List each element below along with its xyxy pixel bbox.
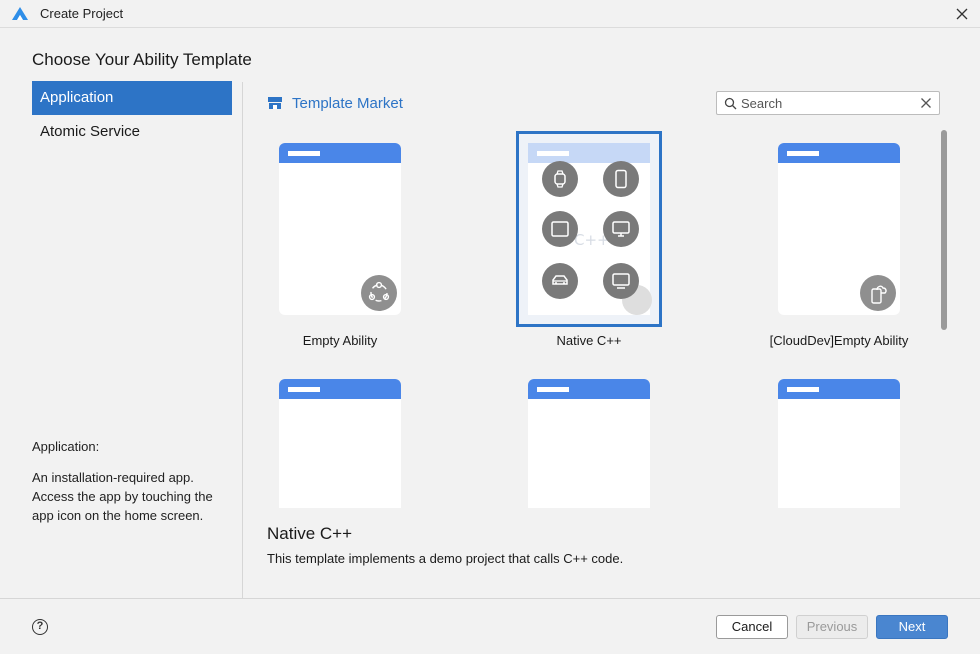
template-market-link[interactable]: Template Market (268, 94, 403, 112)
empty-ability-icon (361, 275, 397, 311)
scrollbar-thumb[interactable] (941, 130, 947, 330)
template-thumbnail (279, 143, 401, 315)
search-icon (724, 97, 737, 110)
template-label: Empty Ability (302, 333, 378, 348)
category-description-title: Application: (32, 439, 100, 454)
template-thumbnail (778, 143, 900, 315)
monitor-icon (603, 211, 639, 247)
close-window-button[interactable] (950, 2, 974, 26)
template-label: [CloudDev]Empty Ability (769, 333, 909, 348)
clear-search-icon[interactable] (920, 97, 932, 109)
template-thumbnail (778, 379, 900, 508)
car-icon (542, 263, 578, 299)
help-button[interactable]: ? (32, 619, 48, 635)
page-heading: Choose Your Ability Template (32, 50, 252, 69)
category-description: An installation-required app. Access the… (32, 470, 213, 523)
template-thumbnail: C++ (528, 143, 652, 315)
tablet-icon (542, 211, 578, 247)
vertical-divider (242, 82, 243, 598)
selected-template-description: This template implements a demo project … (267, 551, 624, 566)
sidebar-item-atomic-service[interactable]: Atomic Service (32, 115, 232, 149)
app-logo-icon (11, 6, 29, 22)
watch-icon (542, 161, 578, 197)
template-card-native-cpp[interactable]: C++ (516, 131, 662, 327)
next-button[interactable]: Next (876, 615, 948, 639)
tv-icon (603, 263, 639, 299)
sidebar-item-application[interactable]: Application (32, 81, 232, 115)
template-market-label: Template Market (292, 94, 403, 112)
template-label-native-cpp: Native C++ (556, 333, 622, 348)
search-input[interactable] (741, 94, 913, 112)
template-thumbnail (528, 379, 650, 508)
cloud-device-icon (860, 275, 896, 311)
window-title: Create Project (40, 6, 124, 21)
previous-button[interactable]: Previous (796, 615, 868, 639)
title-bar: Create Project (0, 0, 980, 28)
search-box[interactable] (716, 91, 940, 115)
cancel-button[interactable]: Cancel (716, 615, 788, 639)
close-icon (956, 8, 968, 20)
store-icon (268, 97, 282, 109)
template-thumbnail (279, 379, 401, 508)
phone-icon (603, 161, 639, 197)
selected-template-name: Native C++ (267, 524, 353, 543)
footer-divider (0, 598, 980, 599)
